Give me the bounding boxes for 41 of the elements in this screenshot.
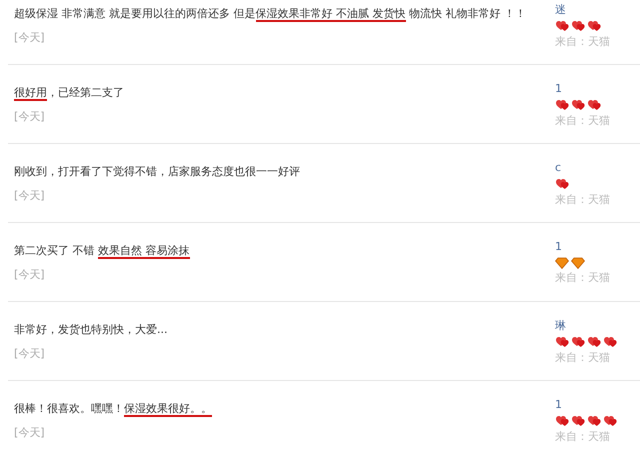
review-date: [今天] (14, 30, 45, 46)
hearts-icon (571, 98, 585, 112)
hearts-icon (587, 336, 601, 348)
diamond-icon (555, 256, 569, 268)
hearts-icon (555, 20, 569, 32)
hearts-icon (571, 20, 585, 32)
review-source: 来自：天猫 (555, 350, 610, 366)
username[interactable]: 1 (555, 397, 562, 414)
review-date: [今天] (14, 424, 45, 440)
review-text: 很棒！很喜欢。嘿嘿！保湿效果很好。。 (14, 401, 212, 418)
review-text: 超级保湿 非常满意 就是要用以往的两倍还多 但是保湿效果非常好 不油腻 发货快 物流快 礼物非常好 ！！ (14, 6, 526, 22)
hearts-icon (587, 98, 601, 112)
hearts-icon (571, 414, 585, 428)
review-date: [今天] (14, 346, 45, 362)
hearts-icon (603, 336, 617, 348)
username[interactable]: 1 (555, 81, 562, 98)
hearts-icon (555, 336, 569, 348)
review-date: [今天] (14, 266, 45, 282)
review-text: 很好用，已经第二支了 (14, 85, 124, 102)
review-source: 来自：天猫 (555, 192, 610, 208)
review-source: 来自：天猫 (555, 112, 610, 128)
hearts-icon (587, 414, 601, 428)
diamond-icon (571, 256, 585, 268)
username[interactable]: c (555, 160, 562, 176)
review-source: 来自：天猫 (555, 270, 610, 286)
review-source: 来自：天猫 (555, 34, 610, 50)
hearts-icon (555, 178, 569, 190)
username[interactable]: 迷 (555, 2, 566, 18)
hearts-icon (555, 414, 569, 428)
review-text: 刚收到，打开看了下觉得不错，店家服务态度也很一一好评 (14, 164, 300, 180)
hearts-icon (587, 20, 601, 32)
hearts-icon (571, 336, 585, 348)
review-text: 非常好，发货也特别快，大爱... (14, 322, 168, 338)
username[interactable]: 1 (555, 239, 562, 256)
review-date: [今天] (14, 188, 45, 204)
review-source: 来自：天猫 (555, 428, 610, 444)
review-date: [今天] (14, 108, 45, 124)
username[interactable]: 琳 (555, 318, 566, 334)
review-text: 第二次买了 不错 效果自然 容易涂抹 (14, 243, 190, 260)
hearts-icon (603, 414, 617, 428)
hearts-icon (555, 98, 569, 112)
